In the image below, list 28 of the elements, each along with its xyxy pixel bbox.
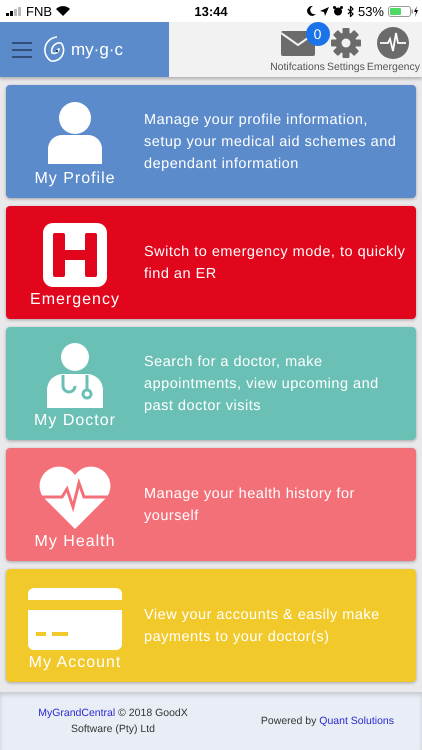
person-icon [48, 102, 102, 166]
logo-text: my·g·c [71, 40, 123, 60]
signal-icon [6, 6, 22, 16]
heartbeat-icon [377, 27, 410, 59]
emergency-button[interactable]: Emergency [366, 26, 420, 73]
location-icon [320, 6, 329, 16]
copyright-text: MyGrandCentral © 2018 GoodX Software (Pty) Ltd [37, 706, 189, 737]
menu-icon [12, 42, 32, 58]
menu-button[interactable] [12, 42, 32, 58]
battery-charging-icon [388, 6, 418, 16]
profile-card[interactable]: My Profile Manage your profile information, setup your medical aid schemes and dependant information [6, 85, 416, 198]
carrier-name: FNB [26, 4, 52, 18]
credit-card-icon [28, 588, 122, 650]
hospital-sign-icon [43, 223, 107, 287]
wifi-icon [56, 6, 70, 16]
brand-link[interactable]: MyGrandCentral [38, 707, 116, 719]
company-link[interactable]: Quant Solutions [319, 715, 394, 727]
emergency-card[interactable]: Emergency Switch to emergency mode, to quickly find an ER [6, 206, 416, 319]
settings-icon [330, 28, 361, 58]
battery-percent: 53% [358, 4, 384, 18]
notification-count-badge: 0 [306, 22, 330, 46]
status-time: 13:44 [194, 4, 228, 18]
bluetooth-icon [346, 6, 354, 16]
settings-button[interactable]: Settings [326, 26, 365, 73]
heart-pulse-icon [38, 465, 112, 529]
moon-icon [306, 6, 316, 16]
powered-by-text: Powered by Quant Solutions [260, 715, 394, 727]
doctor-icon [45, 342, 105, 408]
